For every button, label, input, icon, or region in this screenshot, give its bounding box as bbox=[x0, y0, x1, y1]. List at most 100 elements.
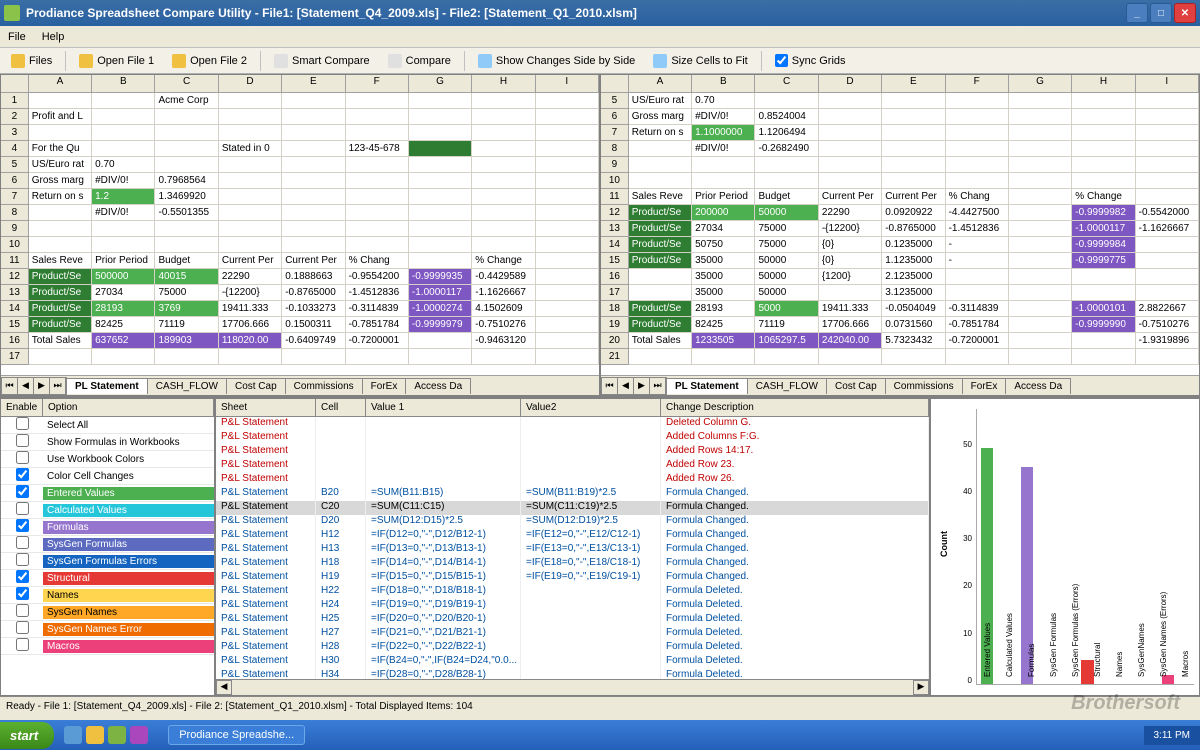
cell-G8[interactable] bbox=[409, 205, 472, 221]
tab-nav-button[interactable]: ⏭ bbox=[650, 378, 666, 394]
cell-H3[interactable] bbox=[472, 125, 535, 141]
cell-F21[interactable] bbox=[946, 349, 1009, 365]
cell-G17[interactable] bbox=[409, 349, 472, 365]
cell-H14[interactable]: 4.1502609 bbox=[472, 301, 535, 317]
cell-C16[interactable]: 50000 bbox=[755, 269, 818, 285]
cell-B8[interactable]: #DIV/0! bbox=[92, 205, 155, 221]
cell-H9[interactable] bbox=[1072, 157, 1135, 173]
cell-C15[interactable]: 71119 bbox=[155, 317, 218, 333]
grid-row[interactable]: 13Product/Se2703475000-{12200}-0.8765000… bbox=[1, 285, 599, 301]
cell-C9[interactable] bbox=[155, 221, 218, 237]
cell-G14[interactable] bbox=[1009, 237, 1072, 253]
option-checkbox[interactable] bbox=[16, 468, 29, 481]
cell-E20[interactable]: 5.7323432 bbox=[882, 333, 945, 349]
cell-B10[interactable] bbox=[92, 237, 155, 253]
cell-G5[interactable] bbox=[1009, 93, 1072, 109]
grid-row[interactable]: 14Product/Se28193376919411.333-0.1033273… bbox=[1, 301, 599, 317]
option-checkbox[interactable] bbox=[16, 638, 29, 651]
cell-H12[interactable]: -0.9999982 bbox=[1072, 205, 1135, 221]
cell-D6[interactable] bbox=[219, 173, 282, 189]
cell-G13[interactable]: -1.0000117 bbox=[409, 285, 472, 301]
cell-C4[interactable] bbox=[155, 141, 218, 157]
cell-H18[interactable]: -1.0000101 bbox=[1072, 301, 1135, 317]
cell-F12[interactable]: -4.4427500 bbox=[946, 205, 1009, 221]
cell-I5[interactable] bbox=[536, 157, 599, 173]
grid-row[interactable]: 10 bbox=[1, 237, 599, 253]
cell-F15[interactable]: - bbox=[946, 253, 1009, 269]
cell-D5[interactable] bbox=[819, 93, 882, 109]
cell-E5[interactable] bbox=[282, 157, 345, 173]
grid-row[interactable]: 21 bbox=[601, 349, 1199, 365]
cell-C19[interactable]: 71119 bbox=[755, 317, 818, 333]
cell-I3[interactable] bbox=[536, 125, 599, 141]
cell-D15[interactable]: {0} bbox=[819, 253, 882, 269]
cell-I10[interactable] bbox=[536, 237, 599, 253]
grid-row[interactable]: 19Product/Se824257111917706.6660.0731560… bbox=[601, 317, 1199, 333]
grid-row[interactable]: 9 bbox=[601, 157, 1199, 173]
cell-E6[interactable] bbox=[882, 109, 945, 125]
quicklaunch-icon[interactable] bbox=[86, 726, 104, 744]
cell-G18[interactable] bbox=[1009, 301, 1072, 317]
cell-H15[interactable]: -0.9999775 bbox=[1072, 253, 1135, 269]
cell-C7[interactable]: 1.1206494 bbox=[755, 125, 818, 141]
grid-row[interactable]: 12Product/Se20000050000222900.0920922-4.… bbox=[601, 205, 1199, 221]
grid-row[interactable]: 14Product/Se5075075000{0}0.1235000--0.99… bbox=[601, 237, 1199, 253]
compare-button[interactable]: Compare bbox=[381, 51, 458, 71]
cell-B21[interactable] bbox=[692, 349, 755, 365]
cell-A21[interactable] bbox=[629, 349, 692, 365]
cell-H8[interactable] bbox=[472, 205, 535, 221]
cell-F17[interactable] bbox=[346, 349, 409, 365]
cell-G4[interactable] bbox=[409, 141, 472, 157]
cell-C20[interactable]: 1065297.5 bbox=[755, 333, 818, 349]
sheet-tab[interactable]: CASH_FLOW bbox=[747, 378, 827, 394]
change-row[interactable]: P&L StatementH22=IF(D18=0,"-",D18/B18-1)… bbox=[216, 585, 929, 599]
cell-E10[interactable] bbox=[282, 237, 345, 253]
cell-G21[interactable] bbox=[1009, 349, 1072, 365]
cell-F8[interactable] bbox=[946, 141, 1009, 157]
cell-E16[interactable]: -0.6409749 bbox=[282, 333, 345, 349]
tab-nav-button[interactable]: ⏭ bbox=[50, 378, 66, 394]
change-row[interactable]: P&L StatementD20=SUM(D12:D15)*2.5=SUM(D1… bbox=[216, 515, 929, 529]
cell-H13[interactable]: -1.1626667 bbox=[472, 285, 535, 301]
cell-H11[interactable]: % Change bbox=[472, 253, 535, 269]
cell-D7[interactable] bbox=[219, 189, 282, 205]
menu-help[interactable]: Help bbox=[42, 31, 65, 43]
cell-F5[interactable] bbox=[346, 157, 409, 173]
cell-B16[interactable]: 35000 bbox=[692, 269, 755, 285]
cell-E12[interactable]: 0.0920922 bbox=[882, 205, 945, 221]
cell-D15[interactable]: 17706.666 bbox=[219, 317, 282, 333]
cell-D16[interactable]: 118020.00 bbox=[219, 333, 282, 349]
cell-G10[interactable] bbox=[409, 237, 472, 253]
option-row[interactable]: Formulas bbox=[1, 519, 214, 536]
cell-G9[interactable] bbox=[409, 221, 472, 237]
changes-body[interactable]: P&L StatementDeleted Column G.P&L Statem… bbox=[216, 417, 929, 679]
side-by-side-button[interactable]: Show Changes Side by Side bbox=[471, 51, 642, 71]
cell-B13[interactable]: 27034 bbox=[692, 221, 755, 237]
cell-B3[interactable] bbox=[92, 125, 155, 141]
cell-I9[interactable] bbox=[536, 221, 599, 237]
cell-E8[interactable] bbox=[882, 141, 945, 157]
change-row[interactable]: P&L StatementH24=IF(D19=0,"-",D19/B19-1)… bbox=[216, 599, 929, 613]
cell-B15[interactable]: 35000 bbox=[692, 253, 755, 269]
cell-E16[interactable]: 2.1235000 bbox=[882, 269, 945, 285]
cell-F13[interactable]: -1.4512836 bbox=[946, 221, 1009, 237]
cell-H17[interactable] bbox=[1072, 285, 1135, 301]
option-checkbox[interactable] bbox=[16, 417, 29, 430]
cell-B12[interactable]: 500000 bbox=[92, 269, 155, 285]
cell-H10[interactable] bbox=[472, 237, 535, 253]
grid-row[interactable]: 13Product/Se2703475000-{12200}-0.8765000… bbox=[601, 221, 1199, 237]
option-checkbox[interactable] bbox=[16, 451, 29, 464]
change-row[interactable]: P&L StatementAdded Row 26. bbox=[216, 473, 929, 487]
tab-nav-button[interactable]: ◀ bbox=[618, 378, 634, 394]
cell-G19[interactable] bbox=[1009, 317, 1072, 333]
cell-H10[interactable] bbox=[1072, 173, 1135, 189]
cell-A13[interactable]: Product/Se bbox=[629, 221, 692, 237]
cell-G8[interactable] bbox=[1009, 141, 1072, 157]
cell-D13[interactable]: -{12200} bbox=[219, 285, 282, 301]
quicklaunch-icon[interactable] bbox=[64, 726, 82, 744]
cell-F18[interactable]: -0.3114839 bbox=[946, 301, 1009, 317]
change-row[interactable]: P&L StatementH18=IF(D14=0,"-",D14/B14-1)… bbox=[216, 557, 929, 571]
changes-hscroll[interactable]: ◀ ▶ bbox=[216, 679, 929, 695]
cell-A17[interactable] bbox=[29, 349, 92, 365]
option-row[interactable]: Calculated Values bbox=[1, 502, 214, 519]
